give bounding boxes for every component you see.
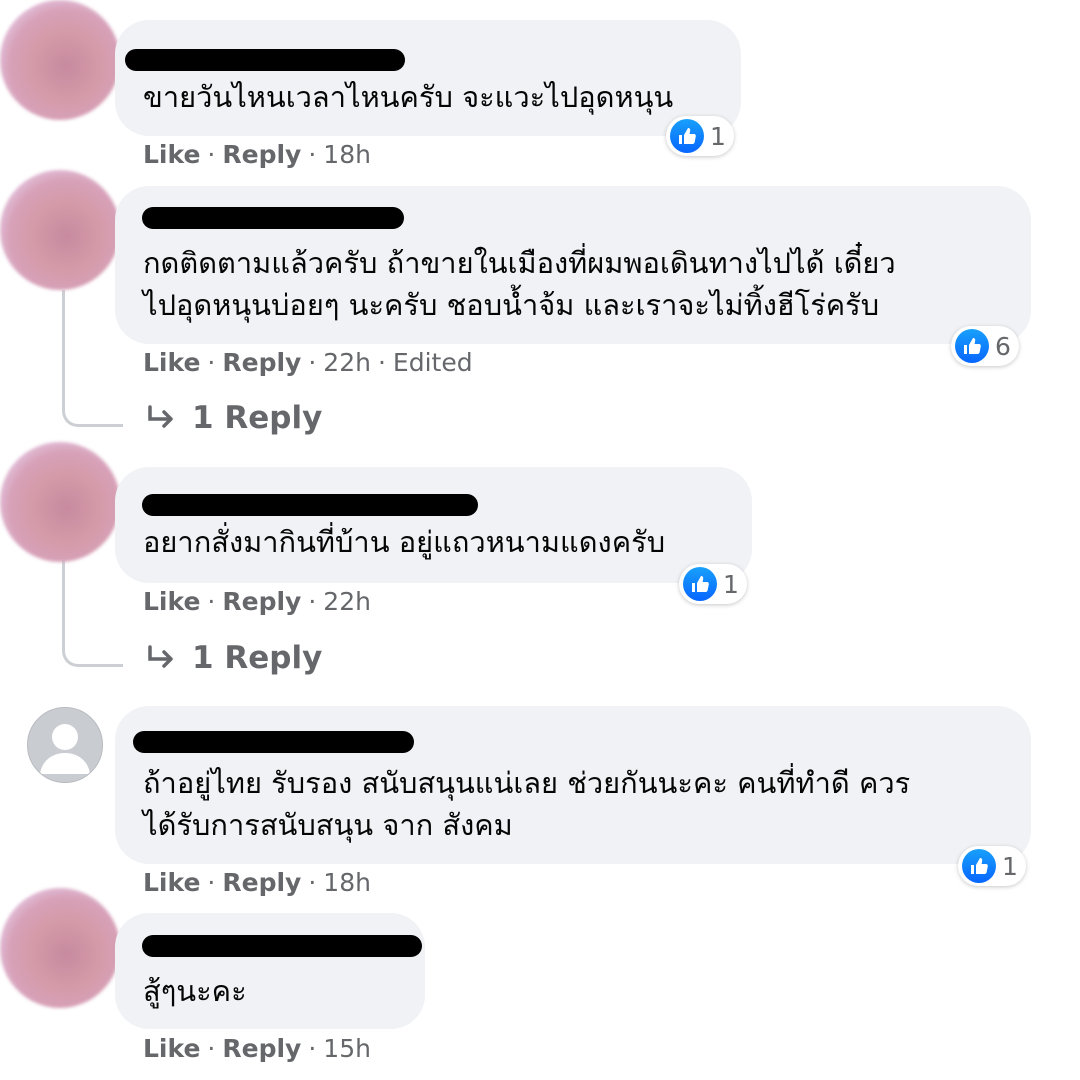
commenter-avatar[interactable]: [0, 0, 120, 120]
comment-meta: Like · Reply · 22h · Edited: [143, 348, 473, 377]
comment-text: สู้ๆนะคะ: [143, 974, 247, 1008]
comment-text-line-1: ถ้าอยู่ไทย รับรอง สนับสนุนแน่เลย ช่วยกัน…: [143, 766, 911, 800]
reply-arrow-icon: [148, 645, 173, 668]
separator-dot: ·: [207, 348, 216, 377]
thread-line: [62, 560, 123, 667]
like-link[interactable]: Like: [143, 1034, 200, 1063]
separator-dot: ·: [308, 140, 317, 169]
comment-text: อยากสั่งมากินที่บ้าน อยู่แถวหนามแดงครับ: [143, 525, 666, 559]
separator-dot: ·: [207, 587, 216, 616]
redacted-commenter-name[interactable]: [142, 935, 422, 957]
reaction-number: 1: [710, 121, 726, 151]
timestamp[interactable]: 22h: [323, 348, 371, 377]
redacted-commenter-name[interactable]: [133, 731, 414, 753]
separator-dot: ·: [308, 348, 317, 377]
timestamp[interactable]: 18h: [323, 140, 371, 169]
reaction-number: 1: [1002, 851, 1018, 881]
like-icon: [955, 329, 989, 363]
reaction-count[interactable]: 1: [666, 116, 734, 156]
reply-link[interactable]: Reply: [222, 868, 301, 897]
commenter-avatar[interactable]: [0, 442, 120, 562]
reaction-number: 1: [723, 569, 739, 599]
reaction-count[interactable]: 6: [951, 326, 1019, 366]
comment-text-line-2: ได้รับการสนับสนุน จาก สังคม: [143, 808, 513, 842]
like-link[interactable]: Like: [143, 868, 200, 897]
comment-text-line-1: กดติดตามแล้วครับ ถ้าขายในเมืองที่ผมพอเดิ…: [143, 246, 896, 280]
like-link[interactable]: Like: [143, 348, 200, 377]
separator-dot: ·: [207, 140, 216, 169]
like-link[interactable]: Like: [143, 140, 200, 169]
reply-link[interactable]: Reply: [222, 348, 301, 377]
redacted-commenter-name[interactable]: [142, 494, 478, 516]
like-icon: [670, 119, 704, 153]
comment-meta: Like · Reply · 22h: [143, 587, 371, 616]
reply-arrow-icon: [148, 405, 173, 428]
timestamp[interactable]: 22h: [323, 587, 371, 616]
reply-link[interactable]: Reply: [222, 140, 301, 169]
reaction-count[interactable]: 1: [679, 564, 747, 604]
separator-dot: ·: [207, 1034, 216, 1063]
view-replies-button[interactable]: 1 Reply: [146, 640, 322, 676]
edited-label: Edited: [392, 348, 473, 377]
redacted-commenter-name[interactable]: [142, 207, 404, 229]
replies-count: 1 Reply: [192, 400, 323, 436]
comment-meta: Like · Reply · 15h: [143, 1034, 371, 1063]
like-icon: [683, 567, 717, 601]
separator-dot: ·: [377, 348, 386, 377]
like-link[interactable]: Like: [143, 587, 200, 616]
comment-text: ขายวันไหนเวลาไหนครับ จะแวะไปอุดหนุน: [143, 80, 674, 114]
separator-dot: ·: [308, 1034, 317, 1063]
comment-text-line-2: ไปอุดหนุนบ่อยๆ นะครับ ชอบน้ำจ้ม และเราจะ…: [143, 288, 880, 322]
view-replies-button[interactable]: 1 Reply: [146, 400, 322, 436]
replies-count: 1 Reply: [192, 640, 323, 676]
commenter-avatar[interactable]: [0, 170, 120, 290]
separator-dot: ·: [308, 587, 317, 616]
separator-dot: ·: [207, 868, 216, 897]
reply-link[interactable]: Reply: [222, 1034, 301, 1063]
reaction-number: 6: [995, 331, 1011, 361]
comment-meta: Like · Reply · 18h: [143, 140, 371, 169]
commenter-avatar[interactable]: [0, 888, 120, 1008]
commenter-avatar-default[interactable]: [27, 707, 103, 783]
thread-line: [62, 290, 123, 427]
redacted-commenter-name[interactable]: [125, 49, 405, 71]
reply-link[interactable]: Reply: [222, 587, 301, 616]
separator-dot: ·: [308, 868, 317, 897]
comment-meta: Like · Reply · 18h: [143, 868, 371, 897]
timestamp[interactable]: 18h: [323, 868, 371, 897]
default-profile-icon: [40, 724, 90, 774]
reaction-count[interactable]: 1: [958, 846, 1026, 886]
like-icon: [962, 849, 996, 883]
timestamp[interactable]: 15h: [323, 1034, 371, 1063]
